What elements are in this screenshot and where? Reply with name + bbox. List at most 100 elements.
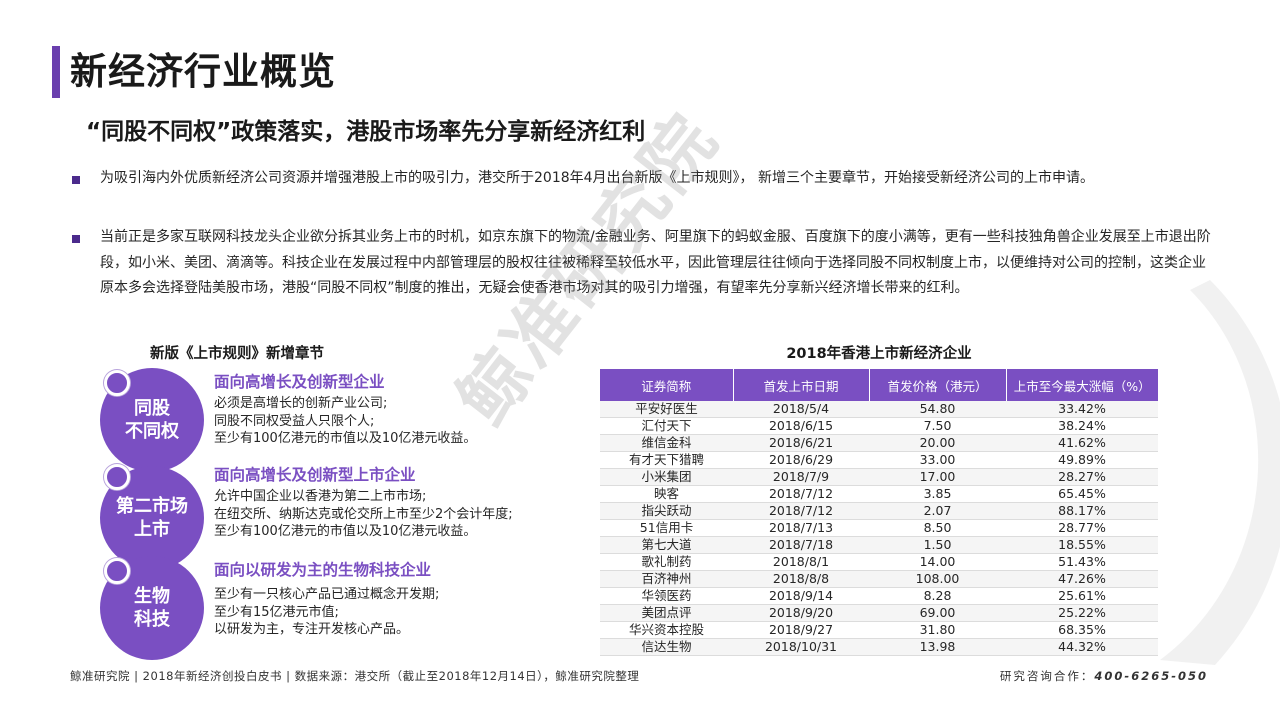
paragraph-1: 为吸引海内外优质新经济公司资源并增强港股上市的吸引力，港交所于2018年4月出台… [100, 170, 1094, 186]
column-header: 首发价格（港元） [869, 369, 1007, 401]
item-body: 必须是高增长的创新产业公司; 同股不同权受益人只限个人; 至少有100亿港元的市… [214, 395, 476, 448]
table-title: 2018年香港上市新经济企业 [786, 346, 972, 362]
ipo-table: 证券简称 首发上市日期 首发价格（港元） 上市至今最大涨幅（%） 平安好医生 20… [600, 369, 1158, 656]
table-row: 百济神州 2018/8/8 108.00 47.26% [600, 570, 1158, 588]
item-title: 面向以研发为主的生物科技企业 [214, 561, 432, 579]
table-row: 有才天下猎聘 2018/6/29 33.00 49.89% [600, 451, 1158, 469]
item-line: 至少有一只核心产品已通过概念开发期; [214, 587, 440, 602]
table-cell: 2018/10/31 [733, 638, 869, 656]
table-cell: 指尖跃动 [600, 502, 733, 520]
table-cell: 2018/7/13 [733, 519, 869, 537]
item-line: 允许中国企业以香港为第二上市市场; [214, 489, 427, 504]
item-line: 至少有100亿港元的市值以及10亿港元收益。 [214, 524, 477, 539]
table-cell: 41.62% [1006, 434, 1158, 452]
paragraph-2: 当前正是多家互联网科技龙头企业欲分拆其业务上市的时机，如京东旗下的物流/金融业务… [100, 229, 1211, 296]
table-row: 映客 2018/7/12 3.85 65.45% [600, 485, 1158, 503]
table-cell: 1.50 [869, 536, 1006, 554]
table-cell: 2018/9/20 [733, 604, 869, 622]
item-line: 必须是高增长的创新产业公司; [214, 396, 388, 411]
table-row: 信达生物 2018/10/31 13.98 44.32% [600, 638, 1158, 656]
table-cell: 2018/9/14 [733, 587, 869, 605]
table-cell: 8.50 [869, 519, 1006, 537]
table-cell: 47.26% [1006, 570, 1158, 588]
circle-label: 生物 科技 [134, 586, 170, 630]
circle-label: 第二市场 上市 [116, 496, 188, 540]
table-cell: 38.24% [1006, 417, 1158, 435]
table-cell: 49.89% [1006, 451, 1158, 469]
table-row: 指尖跃动 2018/7/12 2.07 88.17% [600, 502, 1158, 520]
item-line: 至少有15亿港元市值; [214, 604, 339, 620]
table-row: 维信金科 2018/6/21 20.00 41.62% [600, 434, 1158, 452]
column-header: 证券简称 [600, 369, 734, 401]
table-cell: 31.80 [869, 621, 1006, 639]
table-cell: 28.77% [1006, 519, 1158, 537]
table-cell: 2018/8/1 [733, 553, 869, 571]
page-title: 新经济行业概览 [70, 50, 336, 93]
table-cell: 美团点评 [600, 604, 733, 622]
circle-label: 同股 不同权 [125, 398, 179, 442]
table-cell: 2018/6/15 [733, 417, 869, 435]
table-cell: 信达生物 [600, 638, 733, 656]
table-cell: 2018/6/29 [733, 451, 869, 469]
footer-source: 鲸准研究院 | 2018年新经济创投白皮书 | 数据来源：港交所（截止至2018… [70, 669, 640, 683]
table-cell: 8.28 [869, 587, 1006, 605]
item-line: 至少有100亿港元的市值以及10亿港元收益。 [214, 431, 477, 446]
item-line: 在纽交所、纳斯达克或伦交所上市至少2个会计年度; [214, 506, 513, 522]
bullet-square-icon [72, 176, 80, 184]
dot-icon [104, 464, 130, 490]
table-cell: 14.00 [869, 553, 1006, 571]
table-row: 华兴资本控股 2018/9/27 31.80 68.35% [600, 621, 1158, 639]
table-cell: 88.17% [1006, 502, 1158, 520]
table-cell: 68.35% [1006, 621, 1158, 639]
table-cell: 44.32% [1006, 638, 1158, 656]
table-cell: 65.45% [1006, 485, 1158, 503]
table-cell: 18.55% [1006, 536, 1158, 554]
table-row: 小米集团 2018/7/9 17.00 28.27% [600, 468, 1158, 486]
table-cell: 歌礼制药 [600, 553, 733, 571]
table-cell: 2.07 [869, 502, 1006, 520]
item-body: 至少有一只核心产品已通过概念开发期; 至少有15亿港元市值; 以研发为主，专注开… [214, 586, 439, 639]
table-cell: 平安好医生 [600, 401, 733, 418]
item-title: 面向高增长及创新型企业 [214, 373, 385, 391]
table-cell: 2018/7/12 [733, 485, 869, 503]
table-cell: 69.00 [869, 604, 1006, 622]
table-cell: 17.00 [869, 468, 1006, 486]
table-cell: 2018/5/4 [733, 401, 869, 418]
table-cell: 2018/7/9 [733, 468, 869, 486]
table-cell: 13.98 [869, 638, 1006, 656]
table-cell: 7.50 [869, 417, 1006, 435]
table-cell: 20.00 [869, 434, 1006, 452]
contact-label: 研究咨询合作： [999, 669, 1095, 683]
table-cell: 2018/7/12 [733, 502, 869, 520]
table-row: 51信用卡 2018/7/13 8.50 28.77% [600, 519, 1158, 537]
item-title: 面向高增长及创新型上市企业 [214, 466, 416, 484]
table-header-row: 证券简称 首发上市日期 首发价格（港元） 上市至今最大涨幅（%） [600, 369, 1158, 401]
table-cell: 28.27% [1006, 468, 1158, 486]
table-cell: 2018/8/8 [733, 570, 869, 588]
item-line: 同股不同权受益人只限个人; [214, 413, 375, 429]
title-accent-bar [52, 46, 60, 98]
contact-phone: 400-6265-050 [1094, 669, 1208, 683]
item-line: 以研发为主，专注开发核心产品。 [214, 622, 410, 637]
column-header: 上市至今最大涨幅（%） [1006, 369, 1158, 401]
left-section-heading: 新版《上市规则》新增章节 [150, 346, 324, 362]
table-cell: 3.85 [869, 485, 1006, 503]
column-header: 首发上市日期 [733, 369, 870, 401]
table-cell: 2018/9/27 [733, 621, 869, 639]
item-body: 允许中国企业以香港为第二上市市场; 在纽交所、纳斯达克或伦交所上市至少2个会计年… [214, 488, 513, 541]
footer-contact: 研究咨询合作：400-6265-050 [1000, 668, 1208, 684]
table-cell: 百济神州 [600, 570, 733, 588]
table-cell: 33.42% [1006, 401, 1158, 418]
table-cell: 2018/7/18 [733, 536, 869, 554]
table-body: 平安好医生 2018/5/4 54.80 33.42% 汇付天下 2018/6/15 7.5… [600, 401, 1158, 656]
table-cell: 25.22% [1006, 604, 1158, 622]
table-cell: 第七大道 [600, 536, 733, 554]
table-row: 美团点评 2018/9/20 69.00 25.22% [600, 604, 1158, 622]
table-cell: 维信金科 [600, 434, 733, 452]
bullet-square-icon [72, 235, 80, 243]
table-cell: 汇付天下 [600, 417, 733, 435]
table-cell: 51.43% [1006, 553, 1158, 571]
table-cell: 25.61% [1006, 587, 1158, 605]
table-cell: 51信用卡 [600, 519, 733, 537]
table-row: 汇付天下 2018/6/15 7.50 38.24% [600, 417, 1158, 435]
